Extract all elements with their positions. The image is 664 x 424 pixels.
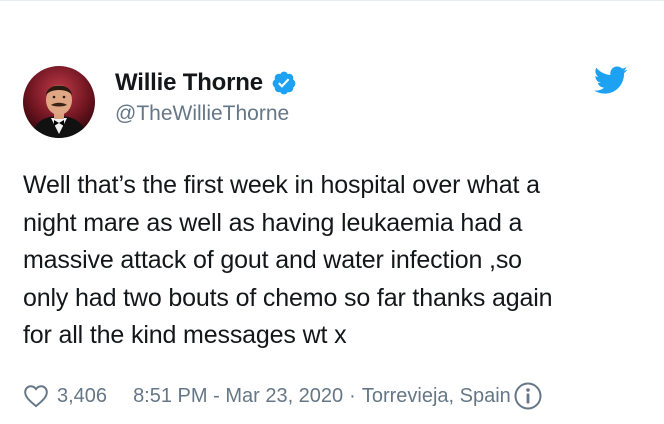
meta-separator: ·	[349, 384, 356, 407]
author-handle[interactable]: @TheWillieThorne	[115, 102, 289, 126]
tweet-timestamp[interactable]: 8:51 PM - Mar 23, 2020	[133, 385, 343, 408]
tweet-text: Well that’s the first week in hospital o…	[23, 171, 553, 349]
tweet-meta: 3,406 8:51 PM - Mar 23, 2020 · Torreviej…	[23, 378, 543, 414]
tweet-location[interactable]: Torrevieja, Spain	[362, 385, 511, 408]
like-count[interactable]: 3,406	[57, 385, 107, 408]
avatar[interactable]	[23, 66, 95, 138]
tweet-card: Willie Thorne @TheWillieThorne Well that…	[0, 0, 664, 424]
author-name[interactable]: Willie Thorne	[115, 69, 263, 97]
twitter-bird-icon[interactable]	[594, 66, 628, 96]
author-row: Willie Thorne	[115, 66, 297, 100]
info-icon[interactable]	[513, 381, 543, 411]
verified-badge-icon	[271, 70, 297, 96]
card-top-border	[0, 0, 664, 1]
heart-icon[interactable]	[23, 384, 49, 408]
